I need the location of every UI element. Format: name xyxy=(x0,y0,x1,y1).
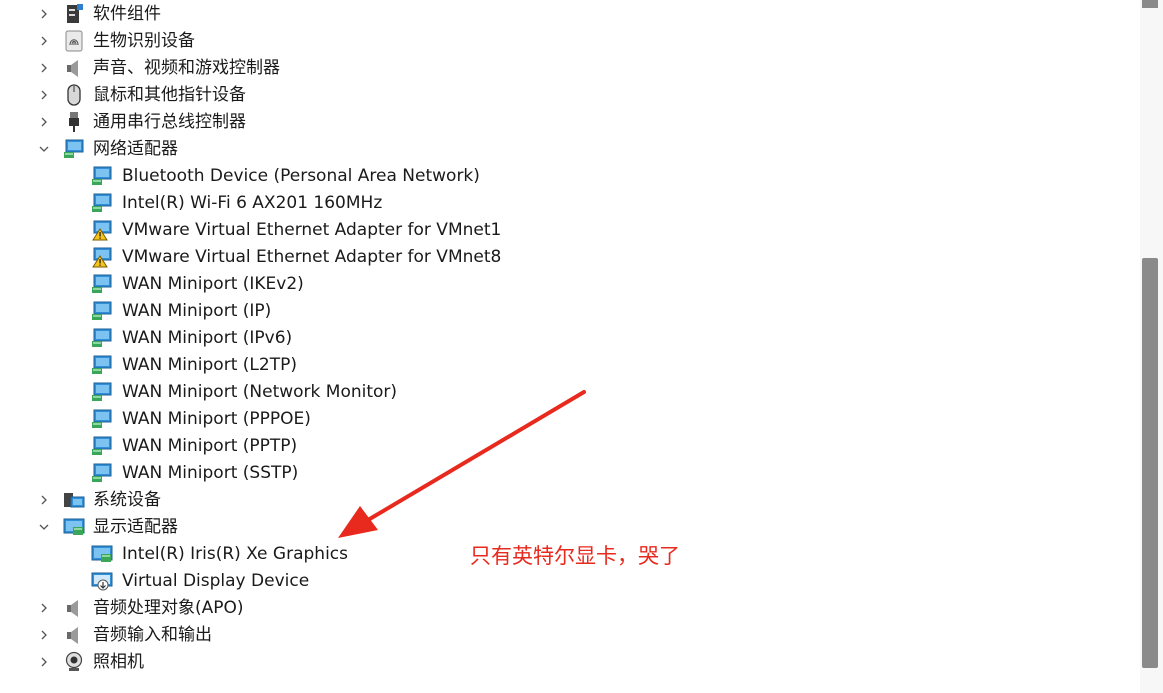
annotation-arrow xyxy=(338,390,586,538)
annotation-text: 只有英特尔显卡，哭了 xyxy=(470,544,680,568)
